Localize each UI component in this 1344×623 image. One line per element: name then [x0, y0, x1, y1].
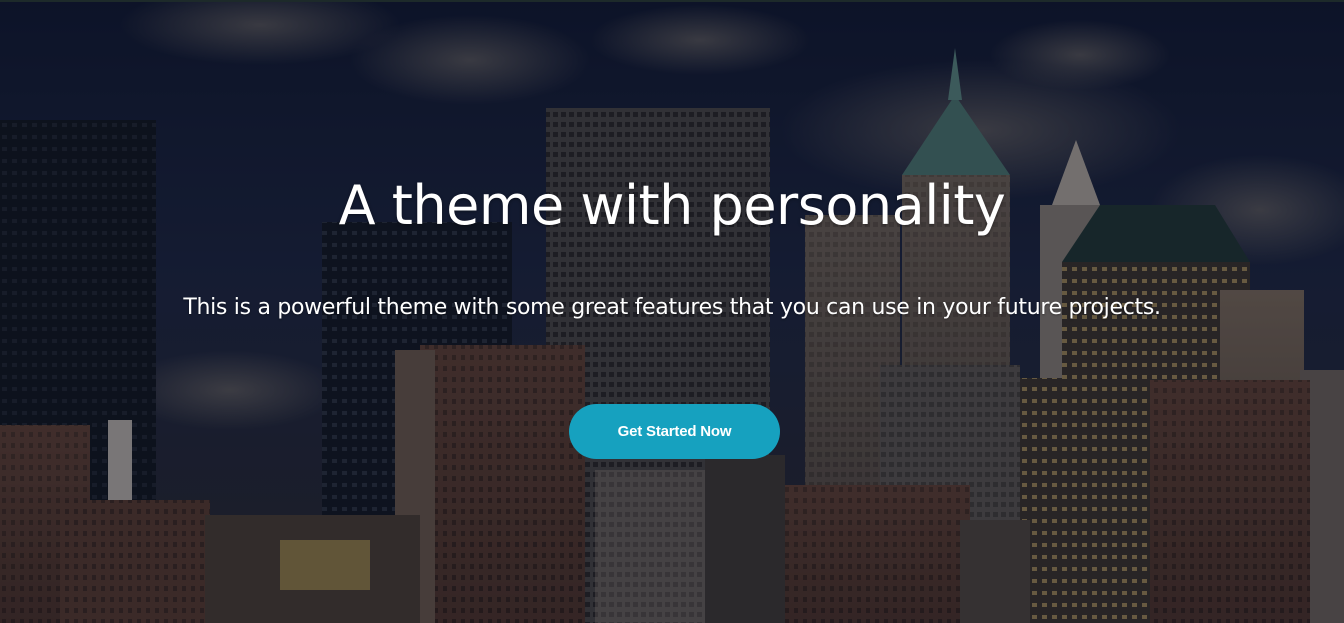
get-started-button[interactable]: Get Started Now [569, 404, 780, 459]
hero-section: A theme with personality This is a power… [0, 0, 1344, 623]
hero-subtitle: This is a powerful theme with some great… [183, 295, 1161, 320]
hero-title: A theme with personality [338, 174, 1006, 237]
hero-content: A theme with personality This is a power… [0, 0, 1344, 623]
